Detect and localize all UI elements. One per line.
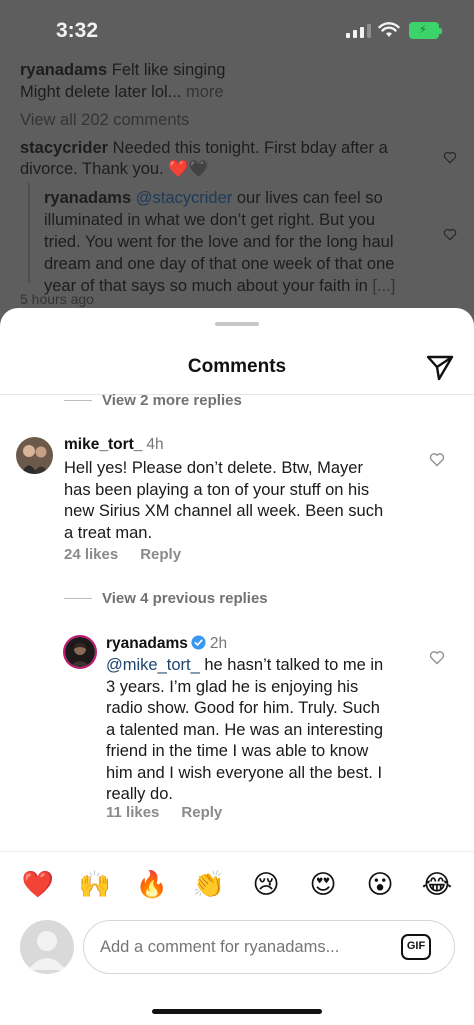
user-photo-icon	[16, 437, 53, 474]
avatar[interactable]	[63, 635, 97, 669]
raising-hands-emoji-button[interactable]: 🙌	[78, 870, 112, 900]
bg-reply-line-1: our lives can feel so	[236, 189, 383, 207]
comment-line: him and I wish everyone all the best. I	[106, 763, 383, 782]
post-caption-line-2: Might delete later lol... more	[20, 81, 224, 103]
likes-count[interactable]: 11 likes	[106, 804, 159, 821]
like-heart-icon[interactable]	[429, 650, 445, 665]
comment-line: he hasn’t talked to me in	[204, 656, 384, 674]
bg-reply-username[interactable]: ryanadams	[44, 189, 131, 207]
comment-line: radio show. Good for him. Truly. Such	[106, 699, 380, 717]
surprised-face-emoji-button[interactable]: 😮	[363, 870, 397, 900]
view-all-comments-link[interactable]: View all 202 comments	[20, 109, 189, 131]
comment-input[interactable]	[83, 920, 455, 974]
battery-charging-icon: ⚡	[409, 22, 442, 39]
comment-line: really do.	[106, 785, 173, 803]
post-username[interactable]: ryanadams	[20, 61, 107, 79]
gif-button[interactable]: GIF	[401, 934, 431, 960]
view-previous-replies-button[interactable]: View 4 previous replies	[64, 590, 268, 607]
reply-rule	[64, 400, 92, 401]
comment-line: Hell yes! Please don’t delete. Btw, Maye…	[64, 459, 363, 477]
reply-button[interactable]: Reply	[140, 546, 181, 563]
reply-thread-line	[28, 183, 30, 283]
avatar[interactable]	[16, 437, 53, 474]
view-more-replies-button[interactable]: View 2 more replies	[64, 392, 242, 409]
reply-text: @mike_tort_ he hasn’t talked to me in 3 …	[106, 655, 383, 806]
like-heart-icon[interactable]	[443, 151, 457, 164]
reply-header: ryanadams 2h	[106, 635, 227, 653]
likes-count[interactable]: 24 likes	[64, 546, 118, 563]
laughing-tears-emoji-button[interactable]: 😂	[420, 870, 454, 900]
comment-header: mike_tort_ 4h	[64, 436, 164, 454]
bg-reply: ryanadams @stacycrider our lives can fee…	[44, 187, 444, 297]
view-more-replies-label: View 2 more replies	[102, 392, 242, 409]
default-user-icon	[28, 931, 66, 970]
red-heart-emoji-button[interactable]: ❤️	[21, 870, 55, 900]
post-caption: ryanadams Felt like singing	[20, 59, 225, 81]
clapping-emoji-button[interactable]: 👏	[192, 870, 226, 900]
post-caption-text: Felt like singing	[111, 61, 226, 79]
comment-line: 3 years. I’m glad he is enjoying his	[106, 677, 359, 696]
verified-badge-icon	[191, 635, 206, 650]
heart-eyes-emoji-button[interactable]: 😍	[306, 870, 340, 900]
emoji-reaction-bar: ❤️ 🙌 🔥 👏 😢 😍 😮 😂	[0, 851, 474, 921]
like-heart-icon[interactable]	[429, 452, 445, 467]
cellular-signal-icon	[346, 24, 371, 38]
view-previous-replies-label: View 4 previous replies	[102, 590, 268, 607]
comment-line: has been playing a ton of your stuff on …	[64, 480, 370, 499]
bg-reply-line-2: illuminated in what we don’t get right. …	[44, 211, 376, 229]
comment-username[interactable]: mike_tort_	[64, 436, 142, 453]
comment-line: friend in the time I was able to know	[106, 742, 369, 760]
like-heart-icon[interactable]	[443, 228, 457, 241]
share-send-icon[interactable]	[425, 352, 455, 382]
status-bar: 3:32 ⚡	[0, 0, 474, 60]
user-photo-icon	[65, 637, 95, 667]
my-avatar[interactable]	[20, 920, 74, 974]
post-more-link[interactable]: more	[186, 83, 224, 101]
bg-reply-line-4: dream and one day of that one week of th…	[44, 255, 395, 273]
sheet-drag-handle[interactable]	[215, 322, 259, 326]
comment-text: Hell yes! Please don’t delete. Btw, Maye…	[64, 458, 383, 544]
reply-meta: 11 likes Reply	[106, 804, 222, 821]
bg-comment-username[interactable]: stacycrider	[20, 139, 108, 157]
comment-line: a treat man.	[64, 523, 153, 542]
status-time: 3:32	[56, 19, 99, 42]
bg-comment: stacycrider Needed this tonight. First b…	[20, 137, 430, 159]
reply-button[interactable]: Reply	[181, 804, 222, 821]
bg-comment-text-1: Needed this tonight. First bday after a	[112, 139, 388, 157]
comments-sheet: Comments View 2 more replies mike_tort_ 4…	[0, 308, 474, 1025]
comment-line: a talented man. He was an interesting	[106, 720, 383, 739]
bg-reply-line-3: tried. You went for the love and for the…	[44, 233, 394, 251]
reply-rule	[64, 598, 92, 599]
post-caption-text-2: Might delete later lol...	[20, 83, 182, 101]
comment-username[interactable]: ryanadams	[106, 635, 188, 652]
comment-age: 4h	[146, 436, 164, 453]
sheet-title: Comments	[187, 356, 287, 377]
home-indicator	[152, 1009, 322, 1014]
post-timestamp: 5 hours ago	[20, 291, 94, 307]
wifi-icon	[378, 22, 400, 37]
fire-emoji-button[interactable]: 🔥	[135, 870, 169, 900]
reply-mention[interactable]: @mike_tort_	[106, 656, 200, 674]
crying-face-emoji-button[interactable]: 😢	[249, 870, 283, 900]
comment-line: new Sirius XM channel all week. Been suc…	[64, 502, 384, 520]
bg-reply-ellipsis[interactable]: [...]	[372, 277, 395, 295]
comment-meta: 24 likes Reply	[64, 546, 181, 563]
comment-composer: GIF	[0, 918, 474, 998]
bg-reply-mention[interactable]: @stacycrider	[136, 189, 233, 207]
comment-age: 2h	[209, 635, 228, 652]
bg-comment-text-2: divorce. Thank you. ❤️🖤	[20, 160, 210, 178]
